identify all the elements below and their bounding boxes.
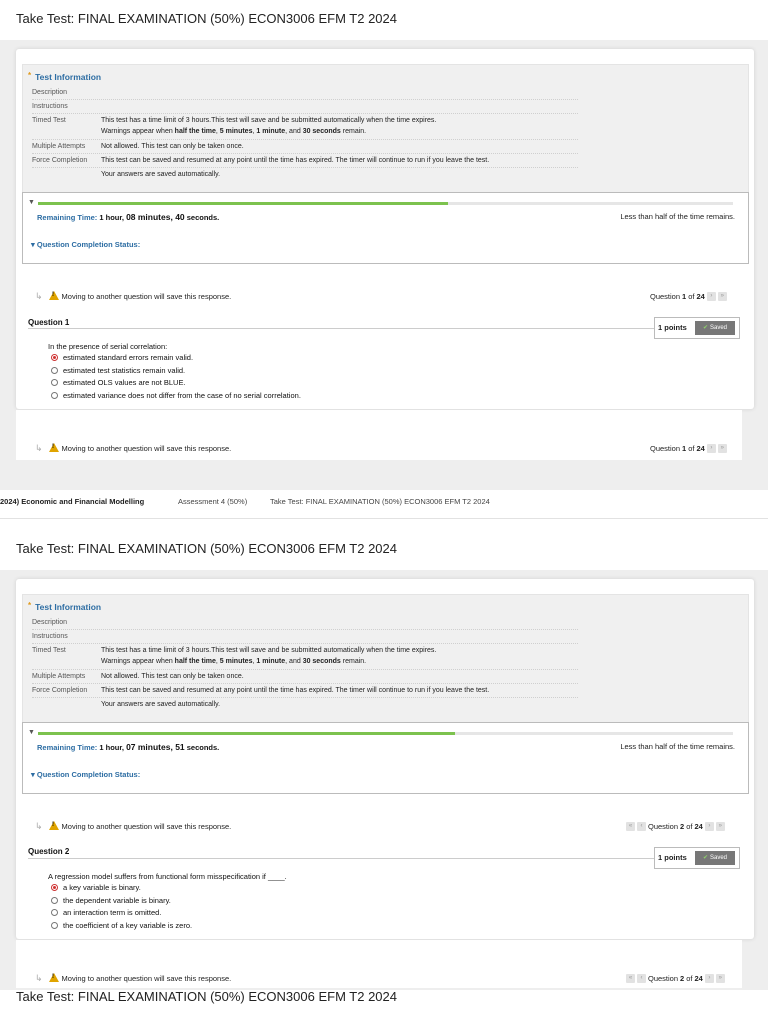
timer-panel: ▼ Remaining Time: 1 hour, 08 minutes, 40… [22,192,749,264]
question-completion-status-toggle[interactable]: ▾ Question Completion Status: [31,240,140,249]
multiple-attempts-row: Multiple Attempts Not allowed. This test … [32,142,578,154]
answer-option[interactable]: estimated standard errors remain valid. [51,353,193,362]
instructions-row: Instructions [32,632,578,644]
warning-triangle-icon: ! [48,443,59,452]
question-completion-status-toggle[interactable]: ▾ Question Completion Status: [31,770,140,779]
chevron-right-icon[interactable]: › [706,444,716,453]
return-arrow-icon: ↳ [35,443,43,453]
points-box: 1 points ✔ Saved [654,317,740,339]
answer-option[interactable]: estimated OLS values are not BLUE. [51,378,186,387]
save-warning: ↳! Moving to another question will save t… [35,821,232,831]
warning-triangle-icon: ! [48,821,59,830]
double-chevron-right-icon[interactable]: » [717,444,727,453]
instructions-row: Instructions [32,102,578,114]
radio-button[interactable] [51,379,58,386]
autosave-row: Your answers are saved automatically. [101,701,221,708]
star-icon: * [28,71,32,80]
page-title: Take Test: FINAL EXAMINATION (50%) ECON3… [16,541,397,556]
question-text: A regression model suffers from function… [48,872,287,881]
test-information-heading[interactable]: * Test Information [28,601,101,612]
autosave-row: Your answers are saved automatically. [101,171,221,178]
timed-test-row: Timed Test This test has a time limit of… [32,646,578,670]
chevron-left-icon[interactable]: ‹ [637,822,646,831]
save-warning: ↳! Moving to another question will save t… [35,443,232,453]
answer-option[interactable]: an interaction term is omitted. [51,908,161,917]
double-chevron-left-icon[interactable]: « [626,974,635,983]
warning-triangle-icon: ! [48,973,59,982]
breadcrumb: 2024) Economic and Financial Modelling A… [0,490,768,519]
time-progress-bar [38,202,733,205]
chevron-right-icon[interactable]: › [704,974,714,983]
radio-button[interactable] [51,922,58,929]
question-heading: Question 1 [28,318,70,327]
description-row: Description [32,618,578,630]
radio-button[interactable] [51,354,58,361]
remaining-time: Remaining Time: 1 hour, 08 minutes, 40 s… [37,212,220,222]
radio-button[interactable] [51,367,58,374]
breadcrumb-course[interactable]: 2024) Economic and Financial Modelling [0,497,144,506]
page-title: Take Test: FINAL EXAMINATION (50%) ECON3… [16,11,397,26]
half-time-notice: Less than half of the time remains. [620,212,735,221]
breadcrumb-assessment[interactable]: Assessment 4 (50%) [178,497,247,506]
test-information-panel: * Test Information Description Instructio… [22,594,749,723]
question-divider [28,858,655,859]
chevron-right-icon[interactable]: › [704,822,714,831]
warning-triangle-icon: ! [48,291,59,300]
answer-option[interactable]: estimated test statistics remain valid. [51,366,185,375]
question-navigator: «‹ Question 2 of 24 ›» [626,974,725,983]
double-chevron-right-icon[interactable]: » [717,292,727,301]
save-warning: ↳! Moving to another question will save t… [35,291,232,301]
question-heading: Question 2 [28,847,70,856]
radio-button[interactable] [51,884,58,891]
multiple-attempts-row: Multiple Attempts Not allowed. This test … [32,672,578,684]
remaining-time: Remaining Time: 1 hour, 07 minutes, 51 s… [37,742,220,752]
question-navigator: «‹ Question 2 of 24 ›» [626,822,725,831]
double-chevron-right-icon[interactable]: » [715,974,725,983]
half-time-notice: Less than half of the time remains. [620,742,735,751]
return-arrow-icon: ↳ [35,973,43,983]
radio-button[interactable] [51,909,58,916]
save-warning: ↳! Moving to another question will save t… [35,973,232,983]
description-row: Description [32,88,578,100]
page-title: Take Test: FINAL EXAMINATION (50%) ECON3… [16,989,397,1004]
question-navigator: Question 1 of 24 ›» [650,444,727,453]
answer-option[interactable]: the dependent variable is binary. [51,896,171,905]
breadcrumb-current: Take Test: FINAL EXAMINATION (50%) ECON3… [270,497,490,506]
triangle-down-icon[interactable]: ▼ [28,199,35,206]
time-progress-bar [38,732,733,735]
time-progress-fill [38,732,455,735]
force-completion-row: Force Completion This test can be saved a… [32,686,578,698]
triangle-down-icon[interactable]: ▼ [28,729,35,736]
answer-option[interactable]: estimated variance does not differ from … [51,391,301,400]
return-arrow-icon: ↳ [35,291,43,301]
test-information-heading[interactable]: * Test Information [28,71,101,82]
saved-badge: ✔ Saved [695,851,735,865]
chevron-left-icon[interactable]: ‹ [637,974,646,983]
return-arrow-icon: ↳ [35,821,43,831]
radio-button[interactable] [51,392,58,399]
double-chevron-left-icon[interactable]: « [626,822,635,831]
question-navigator: Question 1 of 24 ›» [650,292,727,301]
question-divider [28,328,655,329]
saved-badge: ✔ Saved [695,321,735,335]
chevron-right-icon[interactable]: › [706,292,716,301]
question-text: In the presence of serial correlation: [48,342,168,351]
check-icon: ✔ [702,325,708,331]
double-chevron-right-icon[interactable]: » [715,822,725,831]
timer-panel: ▼ Remaining Time: 1 hour, 07 minutes, 51… [22,722,749,794]
points-box: 1 points ✔ Saved [654,847,740,869]
timed-test-row: Timed Test This test has a time limit of… [32,116,578,140]
check-icon: ✔ [702,855,708,861]
test-information-panel: * Test Information Description Instructio… [22,64,749,193]
answer-option[interactable]: a key variable is binary. [51,883,141,892]
star-icon: * [28,601,32,610]
answer-option[interactable]: the coefficient of a key variable is zer… [51,921,192,930]
radio-button[interactable] [51,897,58,904]
force-completion-row: Force Completion This test can be saved a… [32,156,578,168]
time-progress-fill [38,202,449,205]
